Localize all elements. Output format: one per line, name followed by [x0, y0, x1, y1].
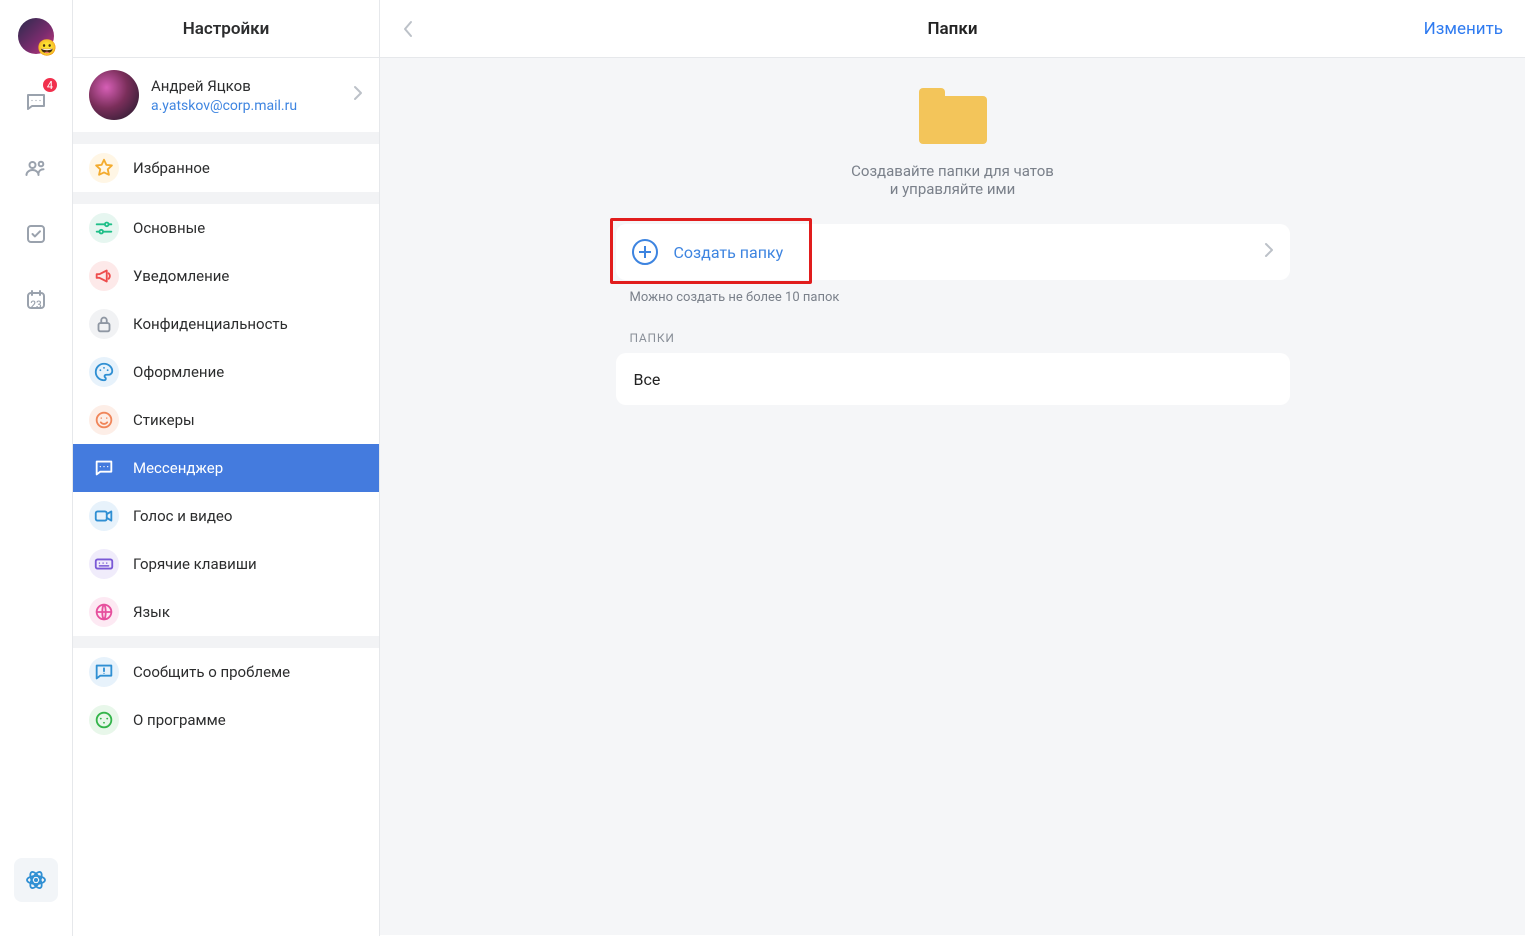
hero-text-line1: Создавайте папки для чатов — [851, 162, 1054, 180]
chats-unread-badge: 4 — [41, 76, 59, 94]
folder-list-header: ПАПКИ — [616, 305, 1290, 353]
settings-item-language[interactable]: Язык — [73, 588, 379, 636]
hero-text-line2: и управляйте ими — [890, 180, 1016, 198]
folder-row-all[interactable]: Все — [616, 353, 1290, 405]
settings-item-theme[interactable]: Оформление — [73, 348, 379, 396]
settings-item-notifications[interactable]: Уведомление — [73, 252, 379, 300]
folder-limit-note: Можно создать не более 10 папок — [616, 280, 1290, 305]
globe-icon — [89, 597, 119, 627]
video-icon — [89, 501, 119, 531]
alert-icon — [89, 657, 119, 687]
chevron-right-icon — [353, 85, 363, 105]
nav-tasks[interactable] — [14, 212, 58, 256]
profile-name: Андрей Яцков — [151, 77, 297, 95]
smile-icon — [89, 405, 119, 435]
settings-item-favorites[interactable]: Избранное — [73, 144, 379, 192]
lock-icon — [89, 309, 119, 339]
profile-email: a.yatskov@corp.mail.ru — [151, 98, 297, 114]
palette-icon — [89, 357, 119, 387]
nav-contacts[interactable] — [14, 146, 58, 190]
sliders-icon — [89, 213, 119, 243]
keyboard-icon — [89, 549, 119, 579]
topbar: Папки Изменить — [380, 0, 1525, 58]
create-folder-label: Создать папку — [674, 243, 784, 262]
current-user-avatar[interactable] — [18, 18, 54, 54]
settings-item-report[interactable]: Сообщить о проблеме — [73, 648, 379, 696]
settings-title: Настройки — [73, 0, 379, 58]
settings-item-privacy[interactable]: Конфиденциальность — [73, 300, 379, 348]
profile-avatar — [89, 70, 139, 120]
folder-hero: Создавайте папки для чатов и управляйте … — [380, 88, 1525, 224]
nav-calendar[interactable]: 23 — [14, 278, 58, 322]
plus-circle-icon — [632, 239, 658, 265]
settings-gear-atom-icon[interactable] — [14, 858, 58, 902]
calendar-day-number: 23 — [30, 300, 41, 311]
page-title: Папки — [380, 19, 1525, 39]
settings-item-hotkeys[interactable]: Горячие клавиши — [73, 540, 379, 588]
back-button[interactable] — [402, 19, 432, 39]
megaphone-icon — [89, 261, 119, 291]
nav-chats[interactable]: 4 — [14, 80, 58, 124]
edit-button[interactable]: Изменить — [1424, 19, 1503, 39]
main-panel: Папки Изменить Создавайте папки для чато… — [380, 0, 1525, 936]
folder-illustration-icon — [919, 88, 987, 144]
settings-item-voice-video[interactable]: Голос и видео — [73, 492, 379, 540]
app-icon — [89, 705, 119, 735]
message-icon — [89, 453, 119, 483]
create-folder-button[interactable]: Создать папку — [616, 224, 1290, 280]
settings-item-about[interactable]: О программе — [73, 696, 379, 744]
nav-rail: 4 23 — [0, 0, 73, 936]
settings-item-messenger[interactable]: Мессенджер — [73, 444, 379, 492]
settings-sidebar: Настройки Андрей Яцков a.yatskov@corp.ma… — [73, 0, 380, 936]
settings-item-stickers[interactable]: Стикеры — [73, 396, 379, 444]
star-icon — [89, 153, 119, 183]
settings-item-general[interactable]: Основные — [73, 204, 379, 252]
profile-row[interactable]: Андрей Яцков a.yatskov@corp.mail.ru — [73, 58, 379, 132]
folder-row-label: Все — [634, 370, 661, 389]
chevron-right-icon — [1264, 242, 1274, 262]
